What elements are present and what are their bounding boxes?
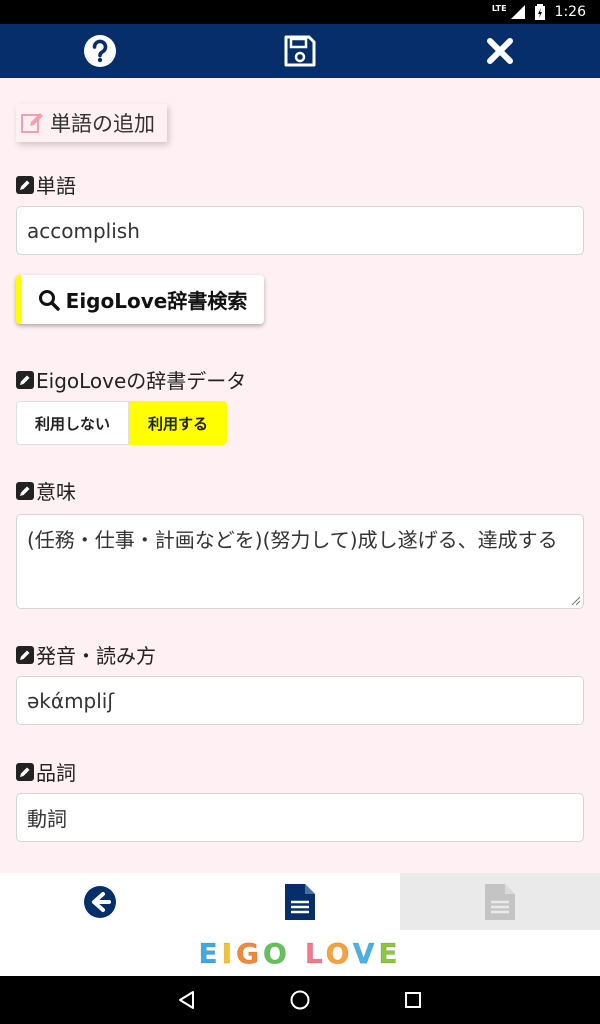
meaning-label-text: 意味 [36,480,76,504]
section-title: 単語の追加 [50,112,155,136]
eigo-love-logo: EIGO LOVE [0,930,600,976]
save-button[interactable] [200,24,400,78]
dict-data-label: EigoLoveの辞書データ [16,365,246,394]
battery-icon [534,4,545,20]
circle-home-icon [290,990,310,1010]
clock: 1:26 [554,4,586,20]
document-icon [285,883,315,920]
part-of-speech-label-text: 品詞 [36,761,76,785]
save-icon [284,35,316,67]
word-label-text: 単語 [36,174,76,198]
lte-label: LTE [491,3,507,13]
pencil-icon [16,175,34,194]
meaning-textarea[interactable]: (任務・仕事・計画などを)(努力して)成し遂げる、達成する [16,514,584,609]
pronunciation-label-text: 発音・読み方 [36,644,156,668]
word-label: 単語 [16,170,76,199]
square-recents-icon [405,992,422,1008]
pencil-icon [16,762,34,781]
document-disabled-button[interactable] [400,873,600,930]
meaning-label: 意味 [16,476,76,505]
system-recents-button[interactable] [393,980,433,1020]
dict-data-label-text: EigoLoveの辞書データ [36,369,247,393]
document-button[interactable] [200,873,400,930]
pronunciation-label: 発音・読み方 [16,640,156,669]
part-of-speech-input[interactable]: 動詞 [16,793,584,842]
part-of-speech-label: 品詞 [16,757,76,786]
triangle-back-icon [178,991,194,1009]
word-input[interactable]: accomplish [16,206,584,255]
help-button[interactable] [0,24,200,78]
section-title-chip: 単語の追加 [16,104,167,142]
close-icon [487,38,513,64]
back-button[interactable] [0,873,200,930]
toggle-do-not-use[interactable]: 利用しない [16,401,129,445]
pronunciation-input[interactable]: əkάmpliʃ [16,676,584,725]
pencil-icon [16,645,34,664]
search-icon [38,289,60,311]
edit-note-icon [21,113,43,133]
system-back-button[interactable] [167,980,207,1020]
meaning-text: (任務・仕事・計画などを)(努力して)成し遂げる、達成する [27,528,558,552]
bottom-nav [0,873,600,930]
toolbar [0,24,600,78]
signal-icon [510,5,525,19]
close-button[interactable] [400,24,600,78]
status-bar: LTE 1:26 [0,0,600,24]
pencil-icon [16,481,34,500]
resize-handle-icon[interactable] [571,596,581,606]
pencil-icon [16,370,34,389]
logo-text: EIGO LOVE [198,936,402,970]
dictionary-search-button[interactable]: EigoLove辞書検索 [16,275,264,324]
system-home-button[interactable] [280,980,320,1020]
form-content: 単語の追加 単語 accomplish EigoLove辞書検索 EigoLov… [0,78,600,873]
dict-data-toggle: 利用しない 利用する [16,401,227,445]
document-disabled-icon [485,883,515,920]
help-icon [84,35,116,67]
toggle-use[interactable]: 利用する [129,401,227,445]
arrow-left-circle-icon [84,885,116,918]
dictionary-search-label: EigoLove辞書検索 [65,289,248,313]
system-nav-bar [0,976,600,1024]
